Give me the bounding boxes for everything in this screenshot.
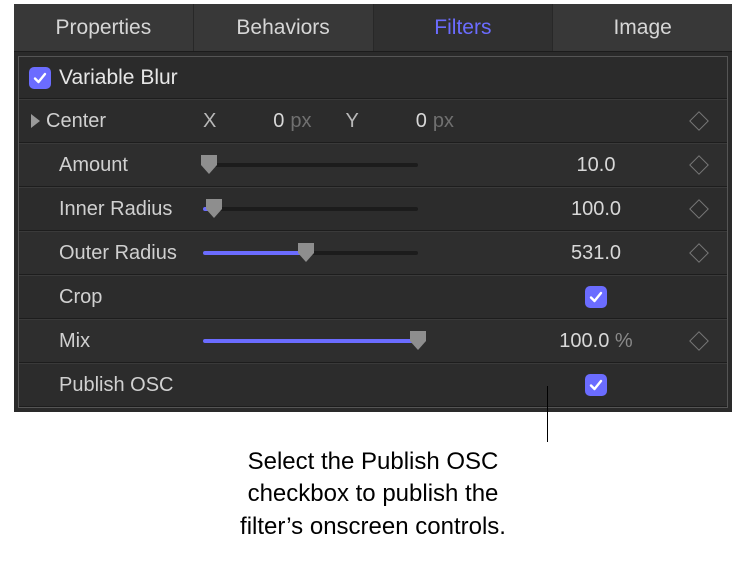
- slider-thumb-icon[interactable]: [295, 243, 317, 263]
- amount-slider[interactable]: [203, 153, 418, 177]
- caption-line: Select the Publish OSC: [0, 446, 746, 478]
- param-row-center: Center X 0 px Y 0 px: [19, 99, 727, 143]
- caption-line: filter’s onscreen controls.: [0, 511, 746, 543]
- center-y-unit: px: [433, 110, 454, 133]
- param-row-crop: Crop: [19, 275, 727, 319]
- keyframe-button[interactable]: [689, 243, 709, 263]
- center-x-label: X: [203, 110, 216, 133]
- publish-osc-checkbox[interactable]: [585, 374, 607, 396]
- param-row-outer-radius: Outer Radius 531.0: [19, 231, 727, 275]
- tab-image[interactable]: Image: [553, 4, 732, 51]
- keyframe-button[interactable]: [689, 331, 709, 351]
- filter-enable-checkbox[interactable]: [29, 67, 51, 89]
- inner-radius-value[interactable]: 100.0: [521, 198, 671, 221]
- center-x-unit: px: [290, 110, 311, 133]
- tab-filters[interactable]: Filters: [374, 4, 554, 51]
- checkmark-icon: [588, 289, 604, 305]
- slider-thumb-icon[interactable]: [198, 155, 220, 175]
- center-x-value[interactable]: 0: [254, 110, 284, 133]
- crop-checkbox[interactable]: [585, 286, 607, 308]
- mix-value[interactable]: 100.0 %: [521, 330, 671, 353]
- tab-properties[interactable]: Properties: [14, 4, 194, 51]
- keyframe-button[interactable]: [689, 155, 709, 175]
- param-label-center: Center: [31, 110, 203, 133]
- param-row-amount: Amount 10.0: [19, 143, 727, 187]
- inspector-panel: Properties Behaviors Filters Image Varia…: [14, 4, 732, 412]
- outer-radius-label: Outer Radius: [31, 242, 203, 265]
- slider-thumb-icon[interactable]: [407, 331, 429, 351]
- inner-radius-label: Inner Radius: [31, 198, 203, 221]
- center-label: Center: [46, 110, 106, 133]
- callout-caption: Select the Publish OSC checkbox to publi…: [0, 446, 746, 543]
- caption-line: checkbox to publish the: [0, 478, 746, 510]
- mix-label: Mix: [31, 330, 203, 353]
- inner-radius-slider[interactable]: [203, 197, 418, 221]
- callout-leader-line: [547, 386, 548, 442]
- outer-radius-value[interactable]: 531.0: [521, 242, 671, 265]
- outer-radius-slider[interactable]: [203, 241, 418, 265]
- disclosure-triangle-icon[interactable]: [31, 114, 40, 128]
- tab-bar: Properties Behaviors Filters Image: [14, 4, 732, 52]
- param-row-publish-osc: Publish OSC: [19, 363, 727, 407]
- param-row-inner-radius: Inner Radius 100.0: [19, 187, 727, 231]
- tab-behaviors[interactable]: Behaviors: [194, 4, 374, 51]
- mix-slider[interactable]: [203, 329, 418, 353]
- center-y-value[interactable]: 0: [397, 110, 427, 133]
- filter-title: Variable Blur: [59, 66, 178, 90]
- publish-osc-label: Publish OSC: [31, 374, 203, 397]
- slider-thumb-icon[interactable]: [203, 199, 225, 219]
- crop-label: Crop: [31, 286, 203, 309]
- filter-section-header: Variable Blur: [19, 57, 727, 99]
- center-y-label: Y: [345, 110, 358, 133]
- keyframe-button[interactable]: [689, 199, 709, 219]
- amount-value[interactable]: 10.0: [521, 154, 671, 177]
- param-row-mix: Mix 100.0 %: [19, 319, 727, 363]
- checkmark-icon: [32, 70, 48, 86]
- center-xy-control: X 0 px Y 0 px: [203, 110, 671, 133]
- inspector-body: Variable Blur Center X 0 px Y 0 px Amoun…: [18, 56, 728, 408]
- amount-label: Amount: [31, 154, 203, 177]
- checkmark-icon: [588, 377, 604, 393]
- keyframe-button[interactable]: [689, 111, 709, 131]
